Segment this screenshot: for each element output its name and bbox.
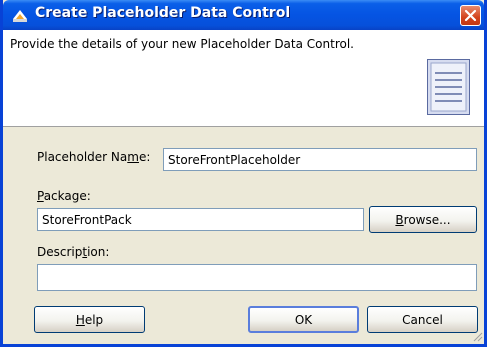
document-list-icon	[427, 59, 470, 115]
placeholder-name-input[interactable]: StoreFrontPlaceholder	[163, 148, 477, 171]
close-icon	[464, 9, 477, 22]
placeholder-name-label: Placeholder Name:	[37, 150, 151, 164]
package-input[interactable]: StoreFrontPack	[37, 208, 364, 231]
browse-button[interactable]: Browse...	[369, 206, 477, 233]
description-label: Description:	[37, 245, 110, 259]
title-bar[interactable]: Create Placeholder Data Control	[3, 0, 484, 30]
cancel-button[interactable]: Cancel	[367, 306, 478, 333]
description-input[interactable]	[37, 264, 477, 291]
wizard-icon	[13, 10, 27, 22]
resize-grip-icon[interactable]	[471, 330, 483, 342]
help-button[interactable]: Help	[34, 306, 145, 333]
header-description: Provide the details of your new Placehol…	[10, 37, 354, 51]
ok-button[interactable]: OK	[248, 306, 359, 333]
package-label: Package:	[37, 189, 91, 203]
dialog-window: Create Placeholder Data Control Provide …	[0, 0, 487, 347]
window-title: Create Placeholder Data Control	[35, 5, 291, 21]
close-button[interactable]	[460, 5, 481, 26]
